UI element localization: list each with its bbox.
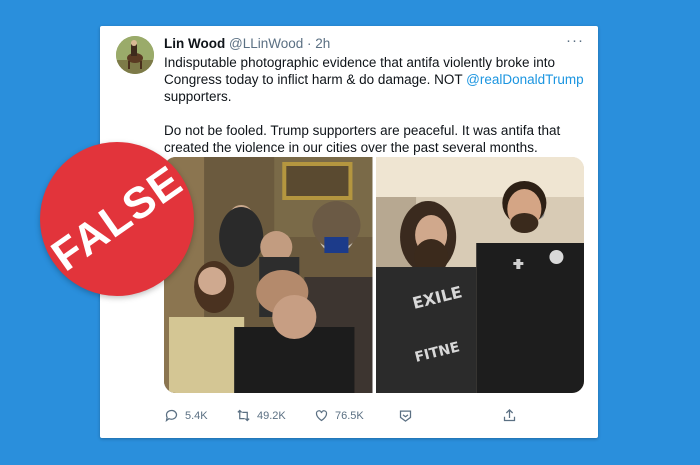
tweet-header: Lin Wood @LLinWood · 2h <box>164 36 330 51</box>
share-button[interactable] <box>502 408 517 423</box>
tweet-paragraph-2: Do not be fooled. Trump supporters are p… <box>164 123 561 155</box>
two-men-photo[interactable]: EXILE FITNE <box>375 157 584 393</box>
separator: · <box>307 36 312 51</box>
author-name[interactable]: Lin Wood <box>164 36 225 51</box>
heart-icon <box>315 410 328 422</box>
save-button[interactable] <box>398 408 413 423</box>
reply-icon <box>165 409 178 422</box>
avatar-image <box>116 36 154 74</box>
false-stamp: FALSE <box>40 142 194 296</box>
crowd-photo-image <box>164 157 373 393</box>
share-icon <box>503 408 516 422</box>
reply-button[interactable]: 5.4K <box>164 408 208 423</box>
two-men-photo-image: EXILE FITNE <box>375 157 584 393</box>
mention-link[interactable]: @realDonaldTrump <box>466 72 584 87</box>
tweet-text: Indisputable photographic evidence that … <box>164 54 584 173</box>
reply-count: 5.4K <box>185 409 208 422</box>
tweet-paragraph-1: Indisputable photographic evidence that … <box>164 54 584 105</box>
tweet-text-part: supporters. <box>164 89 232 104</box>
timestamp[interactable]: 2h <box>315 36 330 51</box>
like-button[interactable]: 76.5K <box>314 408 364 423</box>
retweet-count: 49.2K <box>257 409 286 422</box>
more-options-icon[interactable]: ··· <box>566 32 584 49</box>
tweet-media[interactable]: EXILE FITNE <box>164 157 584 393</box>
author-handle[interactable]: @LLinWood <box>229 36 303 51</box>
retweet-button[interactable]: 49.2K <box>236 408 286 423</box>
tweet-actions: 5.4K 49.2K 76.5K <box>164 408 584 426</box>
crowd-photo[interactable] <box>164 157 373 393</box>
bookmark-icon <box>399 410 412 422</box>
false-stamp-label: FALSE <box>42 156 191 281</box>
avatar[interactable] <box>116 36 154 74</box>
like-count: 76.5K <box>335 409 364 422</box>
retweet-icon <box>237 409 250 422</box>
